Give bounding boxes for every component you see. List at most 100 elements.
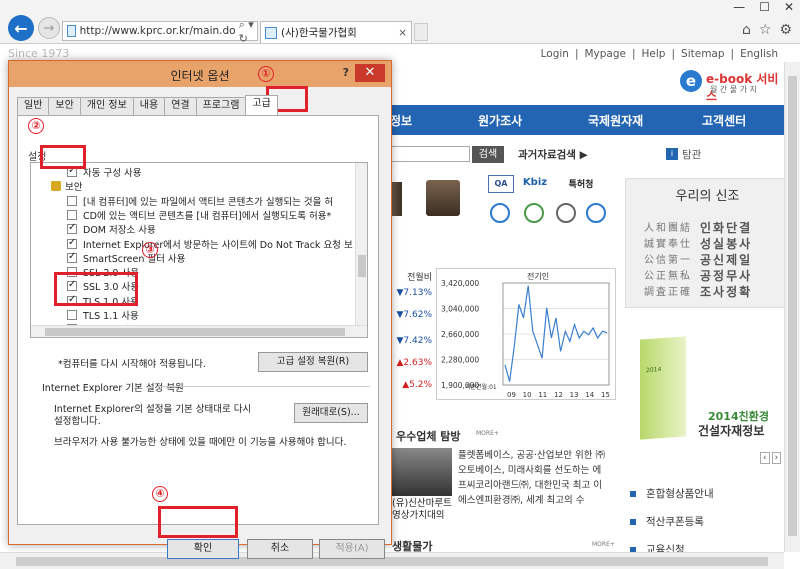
chart-x-tick-label: 12 (554, 391, 563, 399)
excellent-caption[interactable]: (유)신산마루트 영상가치대의 (392, 498, 454, 522)
index-value: ▼7.62% (396, 310, 432, 320)
tab-content[interactable]: 내용 (132, 97, 166, 115)
reset-button[interactable]: 원래대로(S)... (294, 403, 368, 423)
annotation-number-3: ③ (142, 242, 158, 258)
living-more-link[interactable]: MORE+ (592, 541, 615, 548)
minimize-icon[interactable]: — (733, 0, 745, 14)
home-icon[interactable]: ⌂ (742, 22, 751, 38)
sitemap-link[interactable]: Sitemap (681, 48, 725, 60)
tab-favicon-icon (265, 26, 277, 39)
tab-close-icon[interactable]: × (398, 27, 407, 39)
setting-checkbox-row[interactable]: CD에 있는 액티브 콘텐츠를 [내 컴퓨터]에서 실행되도록 허용* (67, 208, 367, 222)
settings-list-horizontal-thumb[interactable] (45, 328, 345, 336)
chart-x-tick-label: 10 (523, 391, 532, 399)
tab-privacy[interactable]: 개인 정보 (79, 97, 134, 115)
tab-connections[interactable]: 연결 (164, 97, 197, 115)
page-horizontal-scrollbar[interactable] (0, 552, 784, 569)
product-images (392, 180, 484, 220)
creed-korean: 성실봉사 (700, 237, 753, 251)
page-vertical-thumb[interactable] (788, 76, 797, 536)
certification-logos: QA Kbiz 특허청 (488, 175, 618, 230)
side-link-item[interactable]: 혼합형상품안내 (630, 486, 714, 501)
restore-advanced-settings-button[interactable]: 고급 설정 복원(R) (258, 352, 368, 372)
ebook-banner[interactable]: e e-book 서비스 월 간 물 가 지 (680, 68, 780, 103)
settings-list[interactable]: 자동 구성 사용보안[내 컴퓨터]에 있는 파일에서 액티브 콘텐츠가 실행되는… (30, 162, 368, 338)
ok-button[interactable]: 확인 (167, 539, 239, 559)
forward-button[interactable]: → (38, 17, 60, 39)
setting-label: Internet Explorer에서 방문하는 사이트에 Do Not Tra… (83, 239, 353, 251)
help-icon[interactable]: ? (343, 66, 349, 79)
help-link[interactable]: Help (642, 48, 666, 60)
nav-item-cost-survey[interactable]: 원가조사 (448, 112, 556, 129)
chart-y-tick-label: 2,280,000 (441, 356, 479, 365)
tab-advanced[interactable]: 고급 (245, 95, 278, 115)
settings-category-label: 보안 (65, 182, 83, 194)
settings-list-vertical-scrollbar[interactable] (355, 163, 367, 337)
setting-checkbox-row[interactable]: TLS 1.1 사용 (67, 308, 367, 322)
settings-list-vertical-thumb[interactable] (358, 255, 366, 277)
setting-checkbox[interactable] (67, 251, 77, 263)
reset-description: Internet Explorer의 설정을 기본 상태대로 다시 설정합니다. (54, 404, 252, 427)
seal-logo-4 (586, 203, 606, 223)
favorites-star-icon[interactable]: ☆ (759, 22, 772, 38)
setting-checkbox-row[interactable]: DOM 저장소 사용 (67, 222, 367, 236)
page-horizontal-thumb[interactable] (16, 557, 768, 566)
site-search-input[interactable] (390, 146, 470, 162)
past-data-search-link[interactable]: 과거자료검색 ▶ (518, 147, 588, 162)
settings-category-security[interactable]: 보안 (51, 179, 367, 194)
setting-checkbox[interactable] (67, 195, 77, 206)
annotation-number-2: ② (28, 118, 44, 134)
promo-prev-icon[interactable]: ‹ (760, 452, 770, 464)
chart-y-tick-label: 3,040,000 (441, 305, 479, 314)
close-window-icon[interactable]: ✕ (784, 0, 794, 14)
dialog-close-button[interactable]: ✕ (355, 64, 385, 82)
excellent-photo[interactable] (392, 448, 452, 496)
settings-gear-icon[interactable]: ⚙ (779, 22, 792, 38)
creed-row: 誠實奉仕 성실봉사 (644, 235, 784, 252)
side-link-item[interactable]: 적산쿠폰등록 (630, 514, 704, 529)
creed-hanja: 調査正確 (644, 287, 692, 298)
setting-checkbox[interactable] (67, 310, 77, 320)
setting-checkbox-row[interactable]: SmartScreen 필터 사용 (67, 251, 367, 265)
cancel-button[interactable]: 취소 (247, 539, 313, 559)
login-link[interactable]: Login (541, 48, 569, 60)
tab-general[interactable]: 일반 (17, 97, 50, 115)
nav-item-intl-materials[interactable]: 국제원자재 (556, 112, 666, 129)
book-promo-banner[interactable]: 2014 2014친환경 건설자재정보 (630, 330, 780, 445)
tab-security[interactable]: 보안 (48, 97, 81, 115)
mypage-link[interactable]: Mypage (584, 48, 626, 60)
maximize-icon[interactable]: ☐ (759, 0, 770, 14)
chart-x-tick-label: 09 (507, 391, 516, 399)
address-bar[interactable]: http://www.kprc.or.kr/main.do ⌕ ▾ ↻ (62, 18, 258, 45)
excellent-more-link[interactable]: MORE+ (476, 430, 499, 437)
promo-next-icon[interactable]: › (771, 452, 782, 464)
creed-korean: 인화단결 (700, 221, 753, 235)
new-tab-button[interactable] (414, 23, 428, 41)
promo-line-2: 건설자재정보 (698, 424, 765, 438)
nav-item-info[interactable]: 정보 (388, 112, 448, 129)
excellent-title[interactable]: 우수업체 탐방 (396, 428, 461, 444)
kbiz-logo: Kbiz (522, 177, 548, 188)
dialog-titlebar[interactable]: 인터넷 옵션 ? ✕ (9, 61, 391, 87)
setting-checkbox[interactable] (67, 222, 77, 235)
gallery-link[interactable]: 탐관 (682, 147, 701, 162)
setting-checkbox-row[interactable]: 자동 구성 사용 (67, 165, 367, 179)
site-search-button[interactable]: 검색 (472, 146, 504, 163)
setting-checkbox-row[interactable]: Internet Explorer에서 방문하는 사이트에 Do Not Tra… (67, 237, 367, 251)
setting-checkbox-row[interactable]: [내 컴퓨터]에 있는 파일에서 액티브 콘텐츠가 실행되는 것을 허 (67, 194, 367, 208)
settings-list-horizontal-scrollbar[interactable] (31, 325, 367, 337)
english-link[interactable]: English (740, 48, 778, 60)
creed-row: 人和團結 인화단결 (644, 219, 784, 236)
apply-button[interactable]: 적용(A) (319, 539, 385, 559)
chart-svg: 전기인 3,420,000 3,040,000 2,660,000 2,280,000 1… (441, 271, 610, 399)
address-controls[interactable]: ⌕ ▾ ↻ (239, 18, 257, 45)
page-vertical-scrollbar[interactable] (784, 62, 800, 552)
setting-checkbox[interactable] (67, 209, 77, 220)
tab-programs[interactable]: 프로그램 (195, 97, 247, 115)
excellent-text[interactable]: 플렛폼베이스, 공공·산업보안 위한 ㈜오토베이스, 미래사회를 선도하는 에프… (458, 448, 608, 508)
patent-logo: 특허청 (568, 180, 594, 190)
browser-tab[interactable]: (사)한국물가협회 × (260, 21, 412, 43)
setting-checkbox[interactable] (67, 237, 77, 249)
nav-item-customer-center[interactable]: 고객센터 (666, 112, 746, 129)
back-button[interactable]: ← (8, 15, 34, 41)
